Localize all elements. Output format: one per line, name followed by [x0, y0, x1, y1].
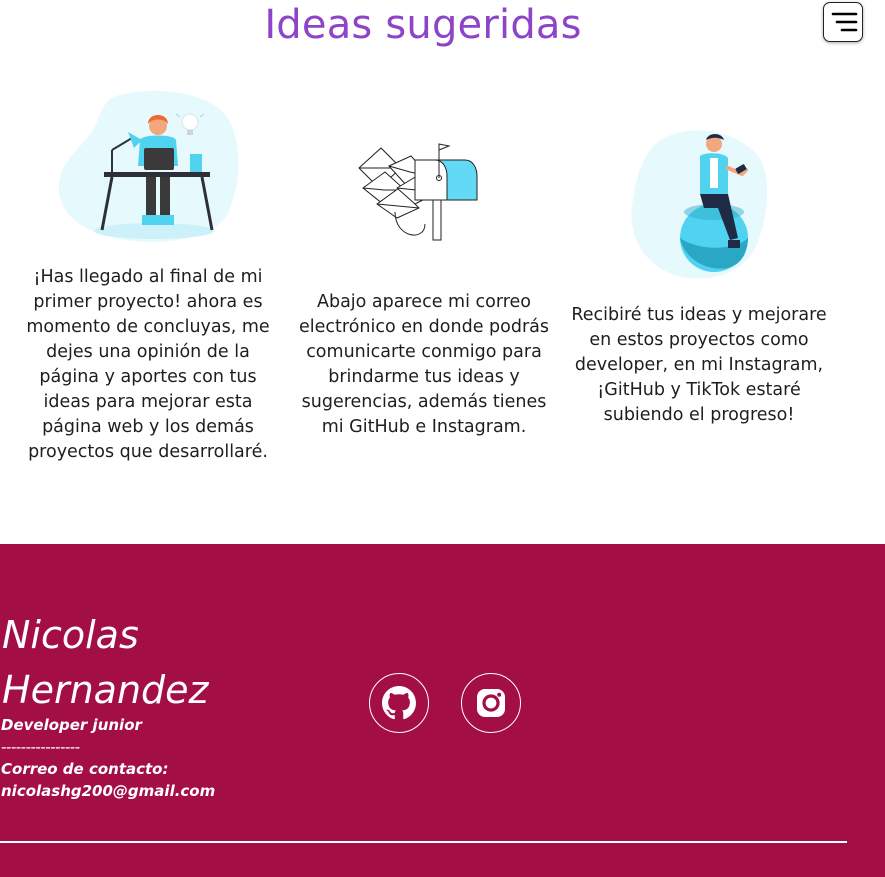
role-label: Developer junior	[1, 716, 142, 734]
instagram-link[interactable]	[461, 673, 521, 733]
person-at-desk-illustration	[58, 90, 239, 242]
card-text: Recibiré tus ideas y mejorare en estos p…	[571, 305, 827, 425]
separator: ----------------	[1, 738, 80, 756]
contact-label: Correo de contacto:	[1, 760, 169, 778]
mailbox-illustration	[358, 143, 478, 241]
footer-divider	[0, 841, 847, 843]
github-link[interactable]	[369, 673, 429, 733]
author-name: Nicolas Hernandez	[2, 613, 209, 712]
hamburger-menu-button[interactable]	[823, 2, 863, 42]
instagram-icon	[477, 689, 505, 717]
page-title: Ideas sugeridas	[264, 2, 582, 48]
card-text: ¡Has llegado al final de mi primer proye…	[26, 267, 270, 462]
menu-icon	[831, 12, 858, 32]
footer: Nicolas Hernandez Developer junior -----…	[0, 544, 885, 877]
person-on-ball-illustration	[631, 130, 768, 279]
contact-email: nicolashg200@gmail.com	[1, 782, 216, 800]
github-icon	[382, 686, 416, 720]
card-text: Abajo aparece mi correo electrónico en d…	[299, 292, 549, 437]
page: Ideas sugeridas ¡Has llegado al final de…	[0, 0, 885, 877]
